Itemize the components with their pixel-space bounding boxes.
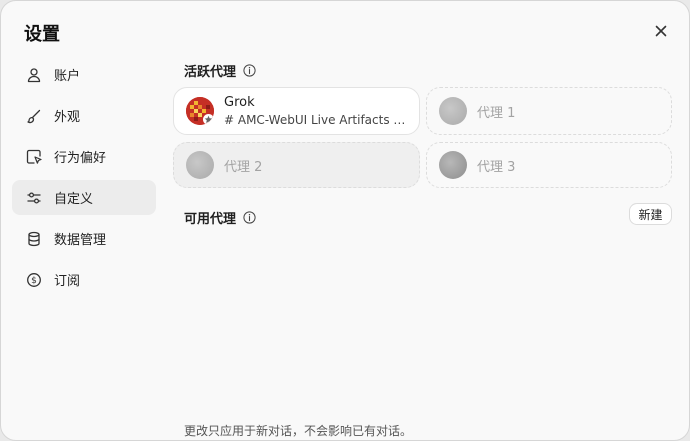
brush-icon <box>27 109 41 123</box>
info-icon[interactable] <box>243 211 256 224</box>
agent-slot-1[interactable]: 代理 1 <box>426 87 672 135</box>
available-agents-title: 可用代理 <box>184 212 237 227</box>
placeholder-avatar <box>439 97 467 125</box>
sidebar-item-data[interactable]: 数据管理 <box>12 221 156 256</box>
svg-text:$: $ <box>31 276 37 286</box>
agent-slot-label: 代理 2 <box>224 159 263 175</box>
sidebar-nav: 账户 外观 行为偏好 自定义 数据管理 $ 订阅 <box>12 57 156 303</box>
cursor-window-icon <box>26 149 42 164</box>
dialog-title: 设置 <box>24 24 60 45</box>
agent-card-grok[interactable]: Grok # AMC-WebUI Live Artifacts De... <box>173 87 420 135</box>
sidebar-item-label: 账户 <box>54 69 81 84</box>
sidebar-item-label: 外观 <box>54 110 81 125</box>
placeholder-avatar <box>186 151 214 179</box>
placeholder-avatar <box>439 151 467 179</box>
sidebar-item-appearance[interactable]: 外观 <box>12 98 156 133</box>
sidebar-item-label: 行为偏好 <box>54 151 107 166</box>
available-agents-heading: 可用代理 <box>184 208 256 227</box>
agent-slot-label: 代理 1 <box>477 105 516 121</box>
sidebar-item-label: 数据管理 <box>54 233 107 248</box>
sidebar-item-label: 自定义 <box>54 192 94 207</box>
dollar-circle-icon: $ <box>27 272 41 287</box>
sidebar-item-subscription[interactable]: $ 订阅 <box>12 262 156 297</box>
sidebar-item-customize[interactable]: 自定义 <box>12 180 156 215</box>
sidebar-item-account[interactable]: 账户 <box>12 57 156 92</box>
agent-slot-3[interactable]: 代理 3 <box>426 142 672 188</box>
sidebar-item-label: 订阅 <box>54 274 81 289</box>
agent-name: Grok <box>224 95 255 110</box>
sidebar-item-behavior[interactable]: 行为偏好 <box>12 139 156 174</box>
user-icon <box>27 67 41 82</box>
new-agent-button[interactable]: 新建 <box>629 203 672 225</box>
active-agents-title: 活跃代理 <box>184 65 237 80</box>
info-icon[interactable] <box>243 64 256 77</box>
agent-badge-icon <box>203 114 214 125</box>
agent-description: # AMC-WebUI Live Artifacts De... <box>224 113 406 127</box>
database-icon <box>28 231 40 246</box>
sliders-icon <box>27 191 41 204</box>
close-icon[interactable] <box>652 22 670 40</box>
active-agents-heading: 活跃代理 <box>184 61 256 80</box>
agent-slot-label: 代理 3 <box>477 159 516 175</box>
settings-dialog: 设置 账户 外观 行为偏好 自定义 数据管理 $ 订阅 活跃代理 Grok # … <box>0 0 690 441</box>
footer-note: 更改只应用于新对话，不会影响已有对话。 <box>184 424 413 438</box>
agent-slot-2[interactable]: 代理 2 <box>173 142 420 188</box>
agent-avatar <box>186 97 214 125</box>
